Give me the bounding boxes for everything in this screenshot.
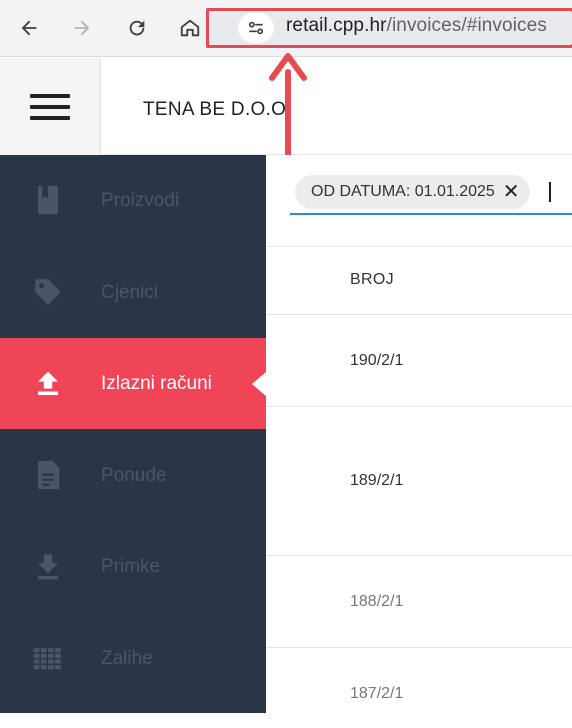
document-icon <box>30 457 66 493</box>
filter-chip-date[interactable]: OD DATUMA: 01.01.2025 ✕ <box>295 175 530 209</box>
sidebar-item-label: Izlazni računi <box>101 372 212 394</box>
site-info-button[interactable] <box>238 13 274 43</box>
reload-button[interactable] <box>123 14 151 42</box>
download-icon <box>30 548 66 584</box>
table-row[interactable]: 188/2/1 <box>266 556 572 648</box>
url-host: retail.cpp.hr <box>286 15 387 36</box>
home-button[interactable] <box>176 14 204 42</box>
browser-toolbar: retail.cpp.hr/invoices/#invoices <box>0 0 572 57</box>
home-icon <box>180 19 200 37</box>
hamburger-icon <box>30 93 70 120</box>
upload-icon <box>30 365 66 401</box>
grid-icon <box>30 640 66 676</box>
tag-icon <box>30 274 66 310</box>
arrow-left-icon <box>21 20 37 36</box>
reload-icon <box>129 20 145 36</box>
active-indicator <box>252 372 266 396</box>
sidebar-item-zalihe[interactable]: Zalihe <box>0 613 266 704</box>
sidebar-item-label: Proizvodi <box>101 189 180 211</box>
annotation-arrow-icon <box>269 53 307 169</box>
cell-broj: 190/2/1 <box>350 352 404 369</box>
tune-icon <box>248 21 264 35</box>
menu-toggle[interactable] <box>0 58 101 155</box>
table-row[interactable]: 190/2/1 <box>266 315 572 407</box>
filter-input[interactable] <box>290 213 572 215</box>
sidebar-item-ponude[interactable]: Ponude <box>0 430 266 521</box>
cell-broj: 188/2/1 <box>350 593 404 610</box>
column-header-broj[interactable]: BROJ <box>350 271 394 289</box>
cell-broj: 187/2/1 <box>350 685 404 702</box>
cell-broj: 189/2/1 <box>350 472 404 489</box>
sidebar-item-izlazni-racuni[interactable]: Izlazni računi <box>0 338 266 429</box>
sidebar-item-primke[interactable]: Primke <box>0 521 266 612</box>
sidebar-item-label: Cjenici <box>101 281 159 303</box>
table-row[interactable]: 187/2/1 <box>266 648 572 728</box>
filter-input-caret <box>549 182 551 202</box>
back-button[interactable] <box>15 14 43 42</box>
sidebar-item-label: Ponude <box>101 464 167 486</box>
sidebar: Proizvodi Cjenici Izlazni računi Ponude … <box>0 155 266 713</box>
sidebar-item-cjenici[interactable]: Cjenici <box>0 247 266 338</box>
arrow-right-icon <box>74 20 90 36</box>
filter-area: OD DATUMA: 01.01.2025 ✕ <box>266 155 572 247</box>
close-icon[interactable]: ✕ <box>503 182 520 202</box>
sidebar-item-proizvodi[interactable]: Proizvodi <box>0 155 266 246</box>
table-header: BROJ <box>266 247 572 315</box>
sidebar-item-label: Zalihe <box>101 647 153 669</box>
table-row[interactable]: 189/2/1 <box>266 407 572 556</box>
url-path: /invoices/#invoices <box>386 15 547 36</box>
book-icon <box>30 182 66 218</box>
filter-chip-label: OD DATUMA: 01.01.2025 <box>311 183 495 200</box>
sidebar-item-label: Primke <box>101 555 161 577</box>
forward-button[interactable] <box>68 14 96 42</box>
url-text[interactable]: retail.cpp.hr/invoices/#invoices <box>286 15 547 37</box>
